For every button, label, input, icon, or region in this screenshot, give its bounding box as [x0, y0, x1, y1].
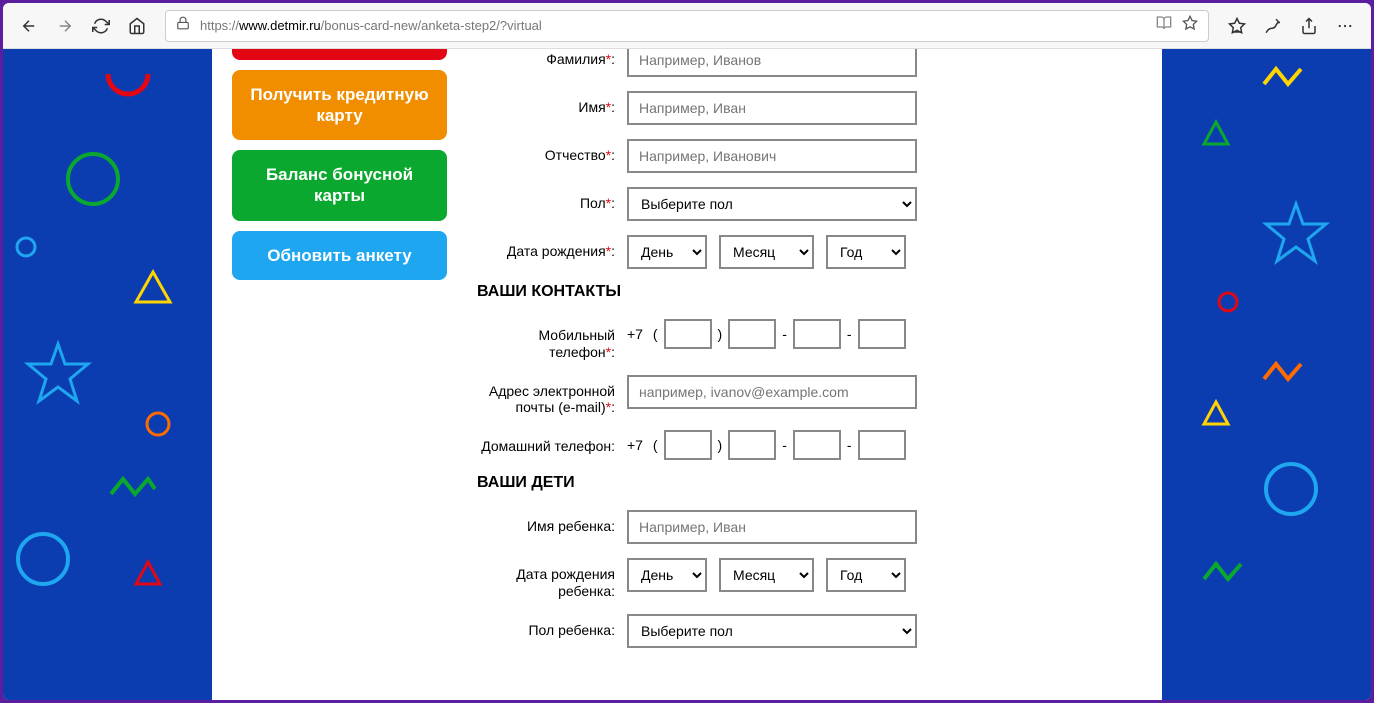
home-part3-input[interactable] [858, 430, 906, 460]
dob-month-select[interactable]: Месяц [719, 235, 814, 269]
reader-icon[interactable] [1156, 15, 1172, 36]
child-name-input[interactable] [627, 510, 917, 544]
home-part2-input[interactable] [793, 430, 841, 460]
gender-label: Пол*: [477, 187, 627, 212]
favorite-icon[interactable] [1182, 15, 1198, 36]
surname-input[interactable] [627, 49, 917, 77]
refresh-button[interactable] [85, 10, 117, 42]
get-credit-card-button[interactable]: Получить кредитную карту [232, 70, 447, 141]
forward-button[interactable] [49, 10, 81, 42]
child-dob-label: Дата рождения ребенка: [477, 558, 627, 600]
mobile-code-input[interactable] [664, 319, 712, 349]
child-dob-year-select[interactable]: Год [826, 558, 906, 592]
balance-button[interactable]: Баланс бонусной карты [232, 150, 447, 221]
url-text: https://www.detmir.ru/bonus-card-new/ank… [200, 18, 1146, 33]
home-part1-input[interactable] [728, 430, 776, 460]
patronymic-label: Отчество*: [477, 139, 627, 164]
dob-day-select[interactable]: День [627, 235, 707, 269]
share-button[interactable] [1293, 10, 1325, 42]
email-input[interactable] [627, 375, 917, 409]
notes-button[interactable] [1257, 10, 1289, 42]
surname-label: Фамилия*: [477, 49, 627, 68]
form-area: АНКЕТА ДЕРЖАТЕЛЕЙ БОНУСНОЙ КАРТЫ Фамилия… [477, 49, 1132, 700]
child-dob-month-select[interactable]: Месяц [719, 558, 814, 592]
mobile-label: Мобильный телефон*: [477, 319, 627, 361]
browser-toolbar: https://www.detmir.ru/bonus-card-new/ank… [3, 3, 1371, 49]
page-card: Получить виртуальную карту Получить кред… [212, 49, 1162, 700]
mobile-part1-input[interactable] [728, 319, 776, 349]
home-phone-label: Домашний телефон: [477, 430, 627, 455]
sidebar: Получить виртуальную карту Получить кред… [232, 49, 447, 700]
email-label: Адрес электронной почты (e-mail)*: [477, 375, 627, 417]
dob-label: Дата рождения*: [477, 235, 627, 260]
mobile-part3-input[interactable] [858, 319, 906, 349]
address-bar[interactable]: https://www.detmir.ru/bonus-card-new/ank… [165, 10, 1209, 42]
back-button[interactable] [13, 10, 45, 42]
content-scroll[interactable]: Получить виртуальную карту Получить кред… [3, 49, 1371, 700]
child-gender-select[interactable]: Выберите пол [627, 614, 917, 648]
child-gender-label: Пол ребенка: [477, 614, 627, 639]
child-name-label: Имя ребенка: [477, 510, 627, 535]
gender-select[interactable]: Выберите пол [627, 187, 917, 221]
favorites-button[interactable] [1221, 10, 1253, 42]
children-heading: ВАШИ ДЕТИ [477, 474, 1132, 492]
page-background: Получить виртуальную карту Получить кред… [3, 49, 1371, 700]
home-button[interactable] [121, 10, 153, 42]
child-dob-day-select[interactable]: День [627, 558, 707, 592]
home-code-input[interactable] [664, 430, 712, 460]
get-virtual-card-button[interactable]: Получить виртуальную карту [232, 49, 447, 60]
mobile-part2-input[interactable] [793, 319, 841, 349]
contacts-heading: ВАШИ КОНТАКТЫ [477, 283, 1132, 301]
lock-icon [176, 16, 190, 35]
update-form-button[interactable]: Обновить анкету [232, 231, 447, 280]
name-label: Имя*: [477, 91, 627, 116]
patronymic-input[interactable] [627, 139, 917, 173]
name-input[interactable] [627, 91, 917, 125]
more-button[interactable] [1329, 10, 1361, 42]
dob-year-select[interactable]: Год [826, 235, 906, 269]
